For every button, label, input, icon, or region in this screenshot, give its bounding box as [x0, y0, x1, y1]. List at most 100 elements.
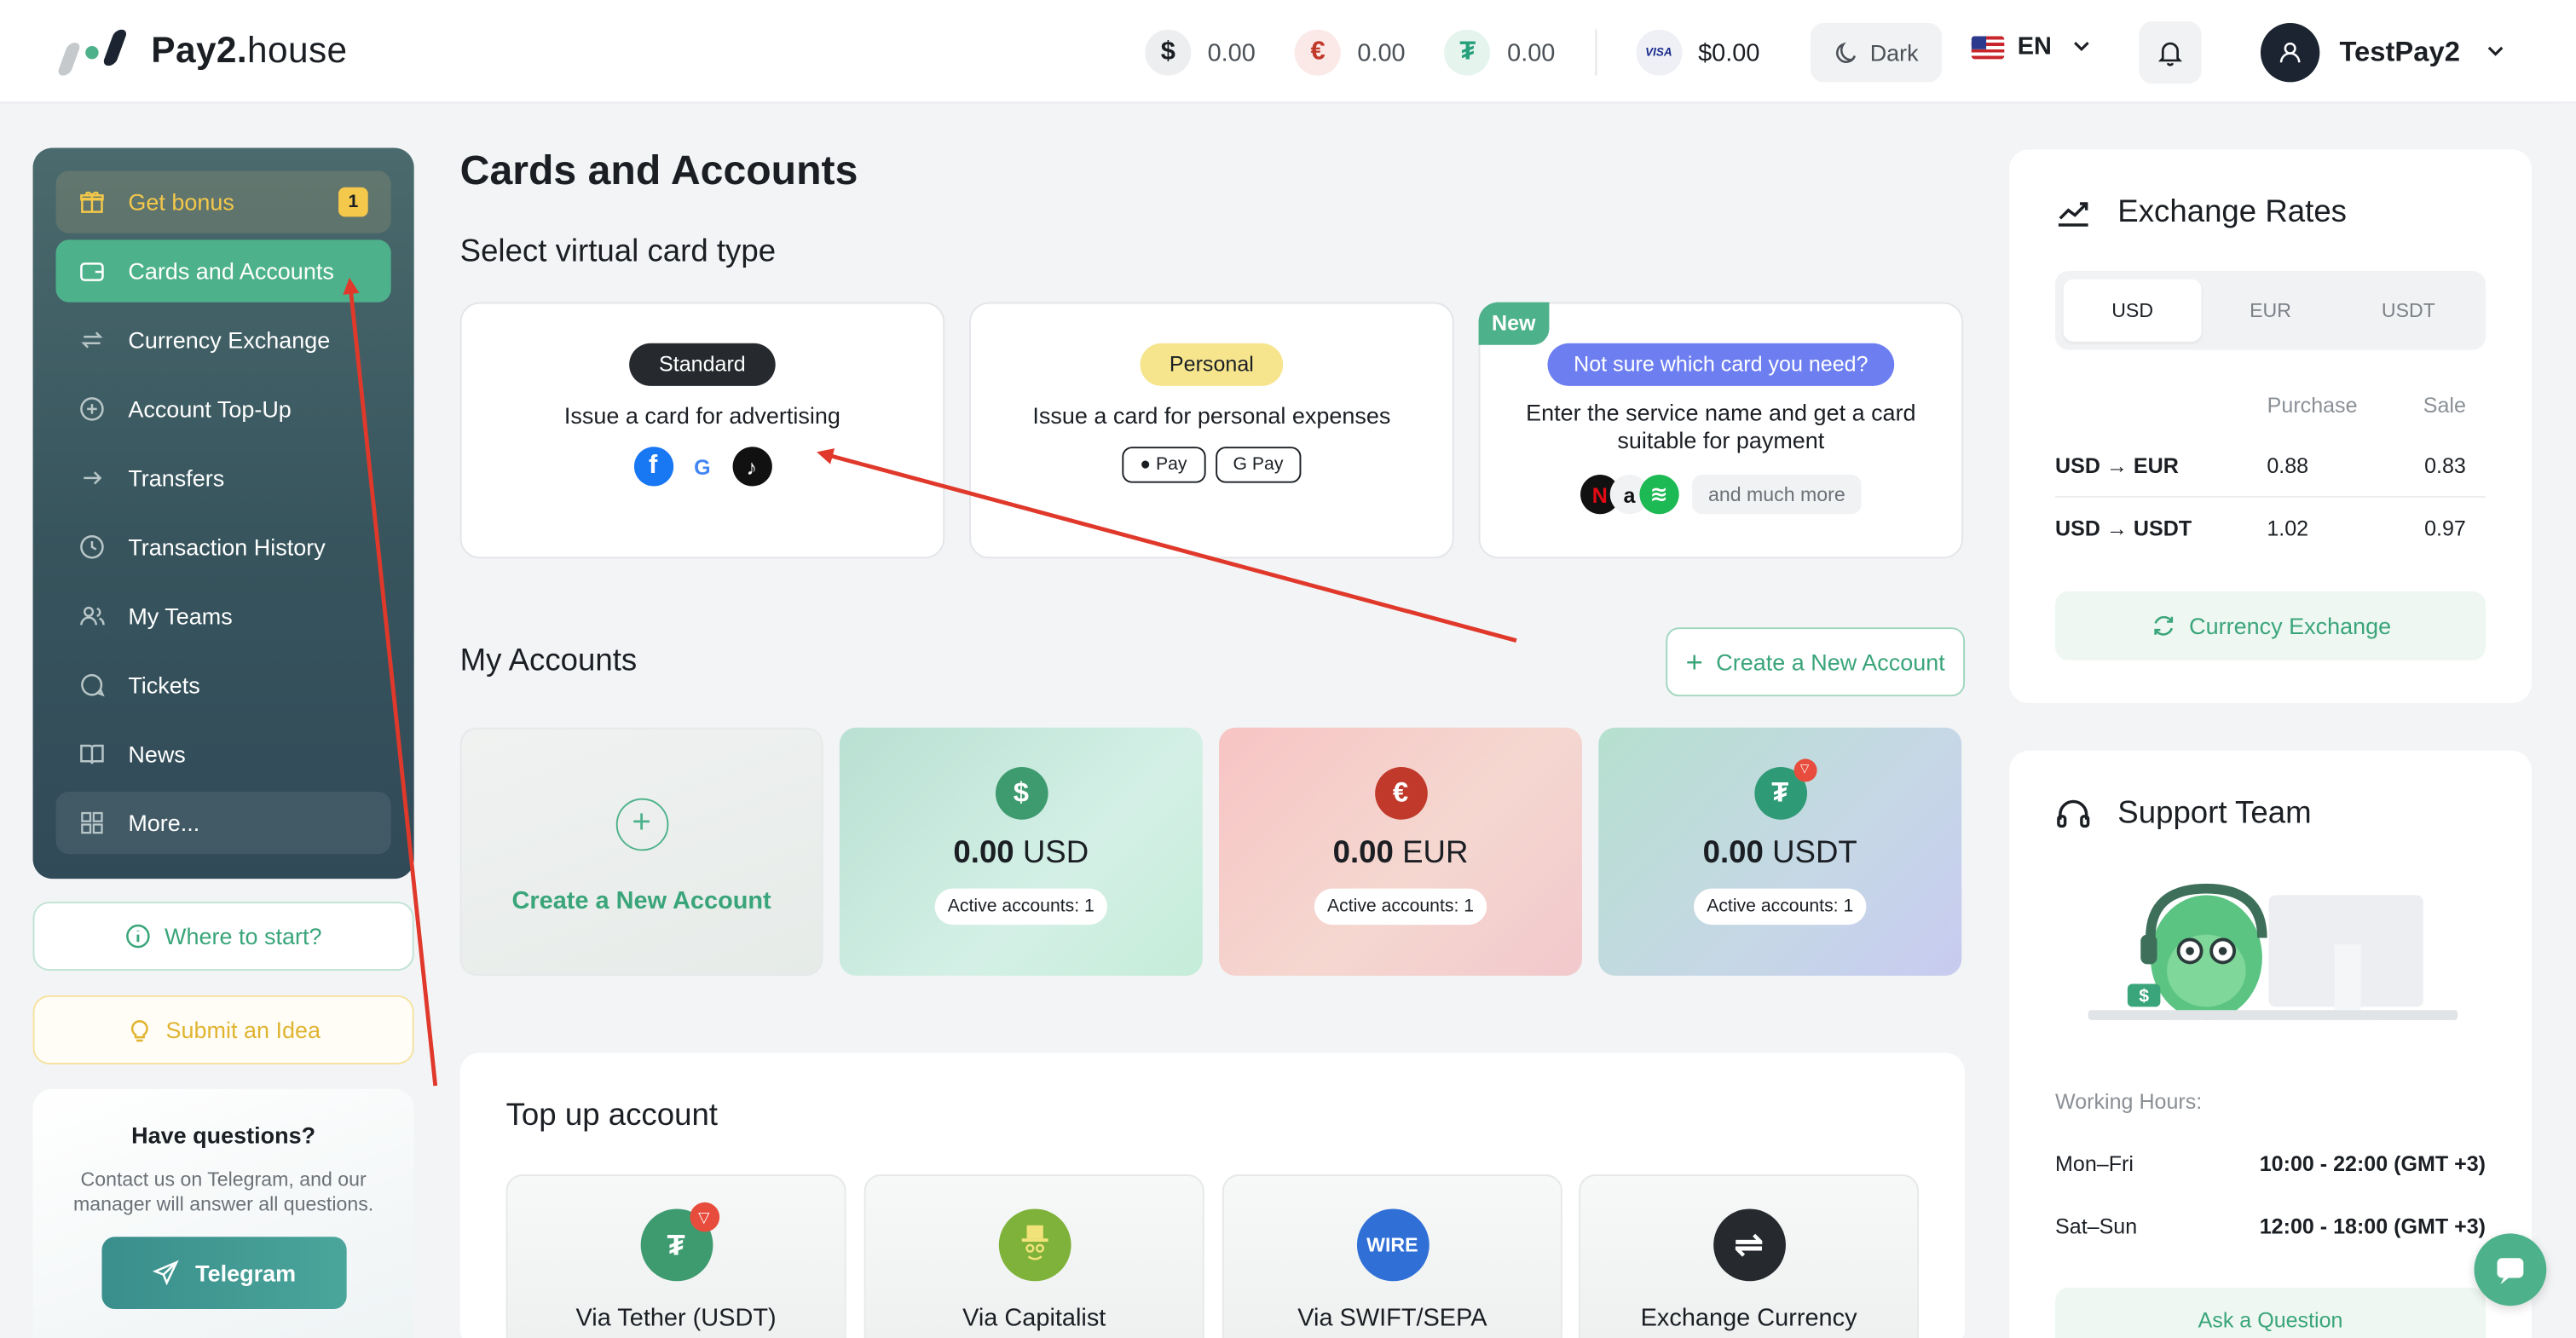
- sidebar-item-tickets[interactable]: Tickets: [56, 654, 391, 716]
- sidebar: Get bonus 1 Cards and Accounts Currency …: [32, 147, 414, 880]
- euro-coin-icon: €: [1374, 767, 1427, 820]
- header-divider: [1594, 29, 1597, 76]
- brand-logo[interactable]: Pay2.house: [56, 26, 348, 76]
- scrollbar[interactable]: [2556, 103, 2576, 1338]
- exchange-icon: [79, 327, 106, 354]
- standard-pill: Standard: [629, 343, 776, 386]
- and-much-more-label: and much more: [1691, 474, 1862, 515]
- headset-icon: [2057, 799, 2090, 828]
- top-header: Pay2.house $ 0.00 € 0.00 ₮ 0.00 VISA $0.…: [0, 0, 2576, 104]
- create-account-card[interactable]: + Create a New Account: [459, 727, 823, 976]
- chat-widget-button[interactable]: [2474, 1233, 2547, 1306]
- topup-swift-sepa[interactable]: WIRE Via SWIFT/SEPA: [1222, 1174, 1562, 1338]
- currency-tabs: USD EUR USDT: [2055, 271, 2486, 350]
- visa-icon: VISA: [1635, 29, 1682, 76]
- sidebar-item-cards-and-accounts[interactable]: Cards and Accounts: [55, 239, 391, 303]
- chevron-down-icon: [2488, 46, 2504, 56]
- language-selector[interactable]: EN: [1971, 33, 2098, 61]
- balance-usd[interactable]: $ 0.00: [1145, 29, 1256, 76]
- top-up-section: Top up account ₮ ▽ Via Tether (USDT) Via …: [459, 1053, 1966, 1338]
- sidebar-item-get-bonus[interactable]: Get bonus 1: [55, 170, 391, 234]
- sidebar-item-currency-exchange[interactable]: Currency Exchange: [56, 309, 391, 371]
- tab-eur[interactable]: EUR: [2202, 280, 2340, 342]
- balance-usdt[interactable]: ₮ 0.00: [1444, 29, 1555, 76]
- plus-icon: +: [1685, 644, 1703, 678]
- tab-usdt[interactable]: USDT: [2339, 280, 2477, 342]
- tether-icon: ₮ ▽: [639, 1202, 719, 1282]
- card-type-finder[interactable]: New Not sure which card you need? Enter …: [1478, 302, 1964, 559]
- topup-tether[interactable]: ₮ ▽ Via Tether (USDT): [505, 1174, 846, 1338]
- support-panel: Support Team $ Working Hours: Mon–Fri 10…: [2009, 750, 2532, 1338]
- new-badge: New: [1478, 302, 1549, 345]
- list-item: Sat–Sun 12:00 - 18:00 (GMT +3): [2055, 1213, 2486, 1238]
- clock-icon: [79, 533, 106, 560]
- chevron-down-icon: [2073, 41, 2089, 51]
- user-icon: [2279, 42, 2301, 63]
- submit-idea-button[interactable]: Submit an Idea: [32, 995, 414, 1064]
- bonus-count-badge: 1: [338, 187, 368, 217]
- facebook-icon: f: [632, 447, 673, 487]
- top-up-heading: Top up account: [505, 1099, 718, 1133]
- sidebar-item-my-teams[interactable]: My Teams: [56, 585, 391, 647]
- list-item: Mon–Fri 10:00 - 22:00 (GMT +3): [2055, 1151, 2486, 1175]
- create-account-button[interactable]: + Create a New Account: [1666, 627, 1966, 697]
- column-purchase: Purchase: [2267, 392, 2358, 418]
- dollar-coin-icon: $: [1145, 29, 1192, 76]
- svg-text:$: $: [2139, 987, 2149, 1006]
- card-type-standard[interactable]: Standard Issue a card for advertising f …: [459, 302, 945, 559]
- table-row: USD → EUR 0.88 0.83: [2055, 452, 2466, 477]
- service-icons: N a ≋ and much more: [1480, 474, 1961, 515]
- send-icon: [153, 1260, 179, 1286]
- us-flag-icon: [1971, 35, 2005, 59]
- tether-coin-icon: ₮: [1444, 29, 1491, 76]
- account-card-usd[interactable]: $ 0.00 USD Active accounts: 1: [839, 727, 1203, 976]
- card-type-personal[interactable]: Personal Issue a card for personal expen…: [969, 302, 1454, 559]
- column-sale: Sale: [2423, 392, 2466, 418]
- gift-icon: [79, 189, 106, 216]
- sidebar-item-account-top-up[interactable]: Account Top-Up: [56, 378, 391, 440]
- balance-visa[interactable]: VISA $0.00: [1635, 29, 1759, 76]
- brand-name: Pay2.house: [151, 29, 348, 71]
- user-name: TestPay2: [2339, 36, 2460, 68]
- sidebar-item-news[interactable]: News: [56, 723, 391, 785]
- avatar: [2260, 22, 2320, 83]
- account-card-usdt[interactable]: ₮ ▽ 0.00 USDT Active accounts: 1: [1598, 727, 1962, 976]
- page-title: Cards and Accounts: [459, 147, 858, 194]
- user-menu[interactable]: TestPay2: [2260, 22, 2513, 83]
- euro-coin-icon: €: [1295, 29, 1342, 76]
- tether-coin-icon: ₮ ▽: [1753, 758, 1816, 820]
- theme-toggle-button[interactable]: Dark: [1810, 22, 1943, 83]
- topup-exchange-currency[interactable]: ⇌ Exchange Currency: [1579, 1174, 1920, 1338]
- balance-eur[interactable]: € 0.00: [1295, 29, 1406, 76]
- tab-usd[interactable]: USD: [2063, 279, 2202, 342]
- where-to-start-button[interactable]: Where to start?: [32, 902, 414, 972]
- balance-bar: $ 0.00 € 0.00 ₮ 0.00 VISA $0.00: [1145, 29, 1759, 76]
- sidebar-item-more[interactable]: More...: [55, 791, 391, 855]
- apple-pay-icon: ● Pay: [1122, 447, 1205, 483]
- logo-icon: [56, 26, 131, 76]
- grid-icon: [79, 810, 106, 836]
- page: Pay2.house $ 0.00 € 0.00 ₮ 0.00 VISA $0.…: [0, 0, 2576, 1338]
- card-finder-pill: Not sure which card you need?: [1547, 343, 1895, 386]
- bell-icon: [2157, 42, 2183, 66]
- exchange-rates-heading: Exchange Rates: [2055, 195, 2347, 231]
- topup-capitalist[interactable]: Via Capitalist: [863, 1174, 1204, 1338]
- wallet-pay-icons: ● Pay G Pay: [971, 447, 1453, 483]
- currency-exchange-button[interactable]: Currency Exchange: [2055, 591, 2486, 660]
- account-card-eur[interactable]: € 0.00 EUR Active accounts: 1: [1219, 727, 1582, 976]
- exchange-icon: ⇌: [1713, 1208, 1786, 1282]
- help-text: Contact us on Telegram, and our manager …: [72, 1168, 374, 1216]
- ad-platform-icons: f G ♪: [462, 447, 944, 487]
- notifications-button[interactable]: [2139, 21, 2202, 84]
- google-pay-icon: G Pay: [1215, 447, 1302, 483]
- wire-icon: WIRE: [1355, 1208, 1429, 1282]
- wallet-icon: [79, 258, 106, 285]
- telegram-button[interactable]: Telegram: [101, 1237, 347, 1310]
- trend-up-icon: [2058, 202, 2088, 227]
- plus-circle-icon: [79, 395, 106, 422]
- sidebar-item-transaction-history[interactable]: Transaction History: [56, 516, 391, 578]
- arrow-right-icon: [79, 464, 106, 491]
- sidebar-item-transfers[interactable]: Transfers: [56, 447, 391, 509]
- active-accounts-badge: Active accounts: 1: [934, 888, 1108, 926]
- ask-question-button[interactable]: Ask a Question: [2055, 1288, 2486, 1338]
